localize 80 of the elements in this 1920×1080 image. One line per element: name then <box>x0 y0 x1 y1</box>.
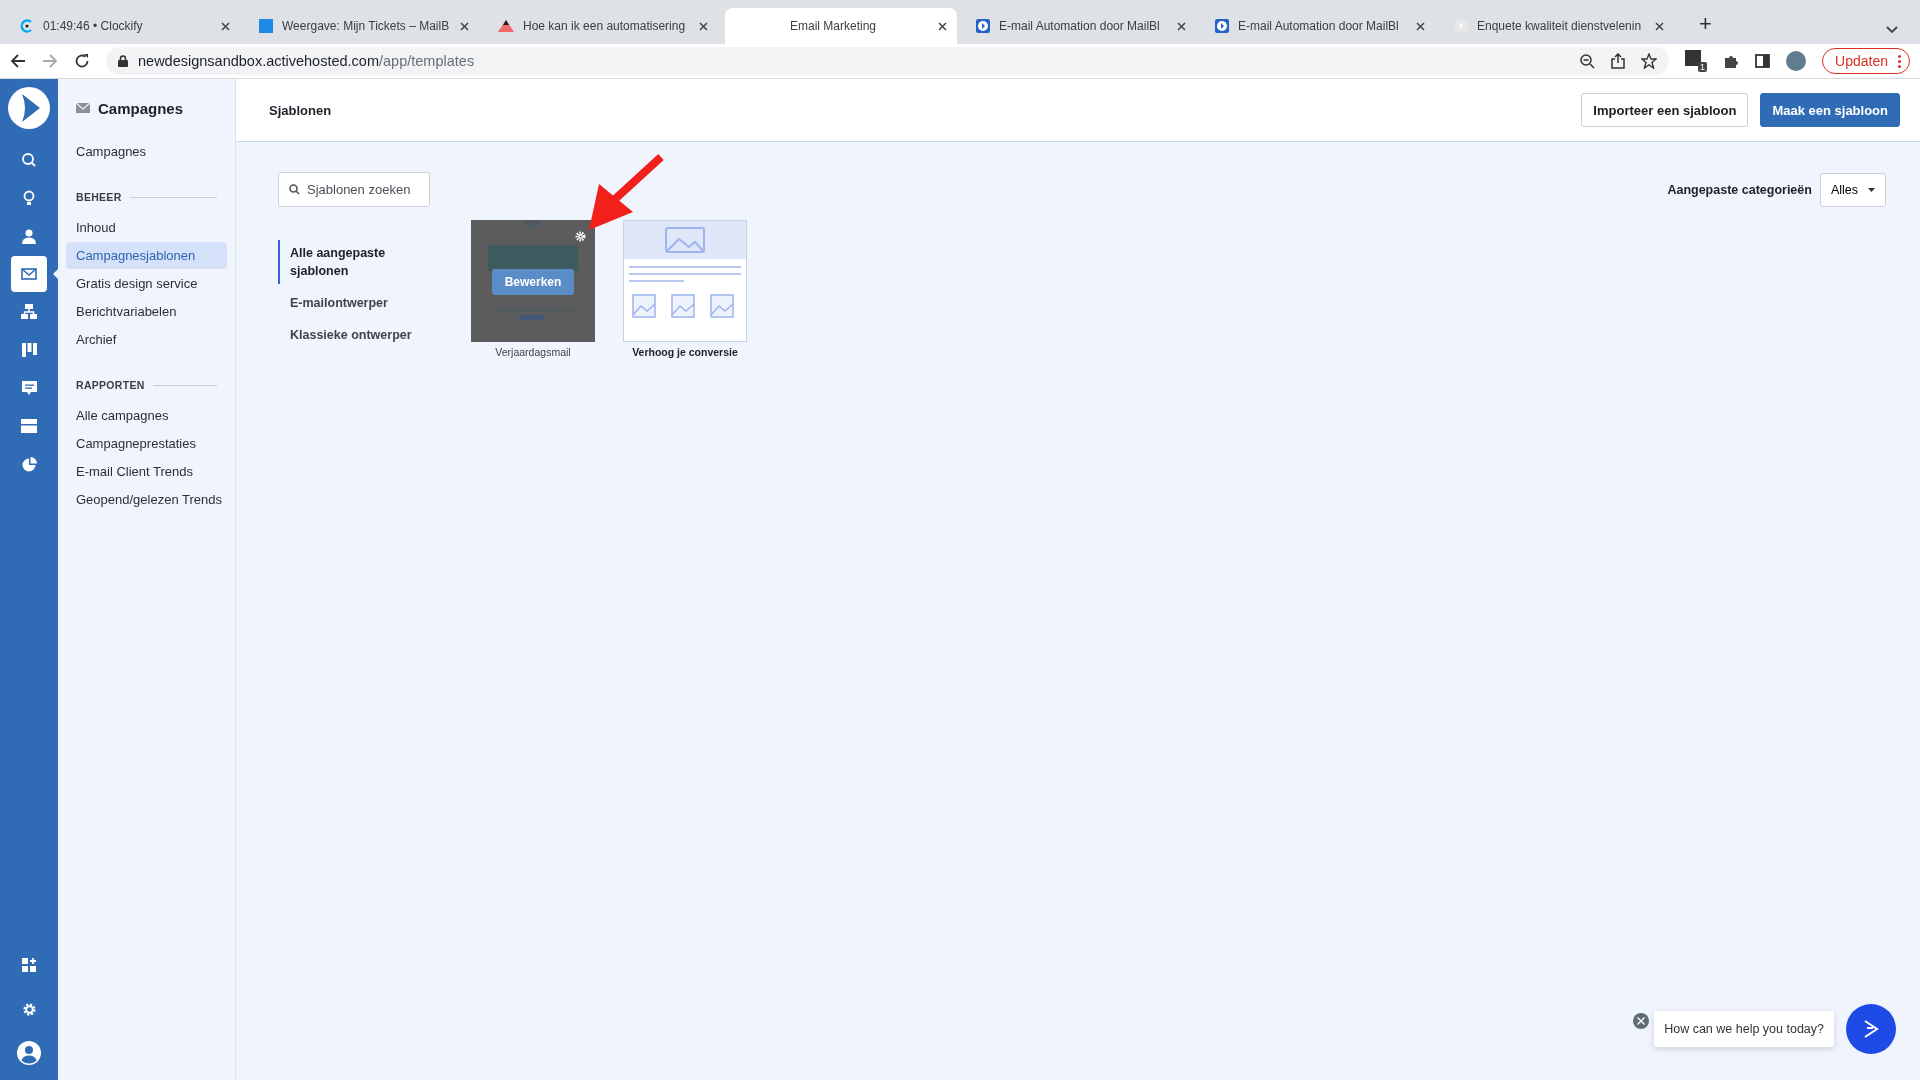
lightbulb-icon <box>23 190 35 206</box>
sidebar-item[interactable]: Inhoud <box>66 214 227 241</box>
hierarchy-icon <box>21 304 37 320</box>
caret-icon <box>1868 187 1875 192</box>
search-field[interactable]: Sjablonen zoeken <box>278 172 430 207</box>
browser-window-icon <box>21 419 37 433</box>
close-icon[interactable] <box>1416 21 1425 31</box>
extension-icon[interactable] <box>1685 50 1702 66</box>
extension-badge: 1 <box>1698 62 1708 72</box>
settings-icon <box>21 1001 37 1017</box>
sidebar-title: Campagnes <box>98 99 184 117</box>
sidebar-item[interactable]: Berichtvariabelen <box>66 298 227 325</box>
section-heading: RAPPORTEN <box>76 379 145 391</box>
pie-chart-icon <box>21 456 37 472</box>
browser-tab[interactable]: 01:49:46 • Clockify <box>8 8 240 44</box>
lock-icon <box>118 55 128 67</box>
update-button[interactable]: Updaten <box>1822 48 1910 74</box>
back-arrow-icon[interactable] <box>10 53 26 69</box>
sidebar-item[interactable]: Geopend/gelezen Trends <box>66 486 227 513</box>
browser-tab[interactable]: E-mail Automation door MailBl <box>1203 8 1435 44</box>
browser-tab[interactable]: Email Marketing <box>725 8 957 44</box>
close-icon[interactable] <box>1177 21 1186 31</box>
category-dropdown[interactable]: Alles <box>1819 172 1886 207</box>
search-icon <box>21 152 37 168</box>
person-icon <box>22 228 36 244</box>
chat-prompt[interactable]: How can we help you today? <box>1654 1011 1834 1047</box>
close-icon[interactable] <box>221 21 230 31</box>
sidebar-item[interactable]: Gratis design service <box>66 270 227 297</box>
chat-button[interactable] <box>1846 1004 1896 1054</box>
sidebar-item[interactable]: Archief <box>66 326 227 353</box>
sidebar-item[interactable]: Alle campagnes <box>66 402 227 429</box>
chevron-right-icon <box>1863 1020 1879 1038</box>
share-icon[interactable] <box>1611 53 1626 69</box>
settings-icon[interactable] <box>575 231 586 242</box>
account-icon <box>17 1041 41 1065</box>
page-title: Sjablonen <box>269 102 332 118</box>
chevron-down-icon[interactable] <box>1886 26 1898 34</box>
envelope-icon <box>76 103 90 113</box>
category-link[interactable]: Alle aangepaste sjablonen <box>278 240 398 284</box>
puzzle-icon[interactable] <box>1723 53 1740 69</box>
filter-label: Aangepaste categorieën <box>1667 182 1812 197</box>
template-name: Verjaardagsmail <box>495 346 571 358</box>
sidebar-item[interactable]: Campagnes <box>66 138 227 165</box>
close-icon[interactable] <box>938 21 947 31</box>
square-icon <box>259 19 273 33</box>
sidebar-item[interactable]: Campagneprestaties <box>66 430 227 457</box>
star-icon[interactable] <box>1641 53 1658 69</box>
address-field[interactable]: newdesignsandbox.activehosted.com/app/templates <box>106 47 1670 75</box>
browser-tab[interactable]: Hoe kan ik een automatisering <box>486 8 718 44</box>
reload-icon[interactable] <box>74 53 90 69</box>
new-tab-button[interactable]: + <box>1693 10 1718 38</box>
side-panel-icon[interactable] <box>1755 54 1771 68</box>
create-template-button[interactable]: Maak een sjabloon <box>1760 93 1900 127</box>
import-template-button[interactable]: Importeer een sjabloon <box>1581 93 1749 127</box>
template-name: Verhoog je conversie <box>632 346 738 358</box>
profile-avatar[interactable] <box>1786 51 1807 71</box>
c-logo-icon <box>20 19 34 33</box>
close-icon[interactable] <box>1633 1013 1650 1029</box>
envelope-icon <box>21 268 37 280</box>
close-icon[interactable] <box>460 21 469 31</box>
category-link[interactable]: E-mailontwerper <box>278 290 438 316</box>
url-text: newdesignsandbox.activehosted.com/app/templates <box>138 53 475 69</box>
play-icon <box>1454 19 1468 33</box>
sidebar-item[interactable]: E-mail Client Trends <box>66 458 227 485</box>
browser-tab[interactable]: Weergave: Mijn Tickets – MailB <box>247 8 479 44</box>
apps-icon <box>21 957 37 973</box>
columns-icon <box>21 343 37 357</box>
browser-tab[interactable]: E-mail Automation door MailBl <box>964 8 1196 44</box>
browser-tab[interactable]: Enquete kwaliteit dienstvelenin <box>1442 8 1674 44</box>
category-link[interactable]: Klassieke ontwerper <box>278 322 438 348</box>
play-icon <box>1215 19 1229 33</box>
triangle-icon <box>498 20 514 32</box>
section-heading: BEHEER <box>76 191 122 203</box>
close-icon[interactable] <box>1655 21 1664 31</box>
close-icon[interactable] <box>699 21 708 31</box>
zoom-out-icon[interactable] <box>1580 53 1596 69</box>
play-icon <box>976 19 990 33</box>
logo-icon[interactable] <box>8 87 50 129</box>
message-icon <box>21 380 37 396</box>
sidebar-item[interactable]: Campagnesjablonen <box>66 242 227 269</box>
